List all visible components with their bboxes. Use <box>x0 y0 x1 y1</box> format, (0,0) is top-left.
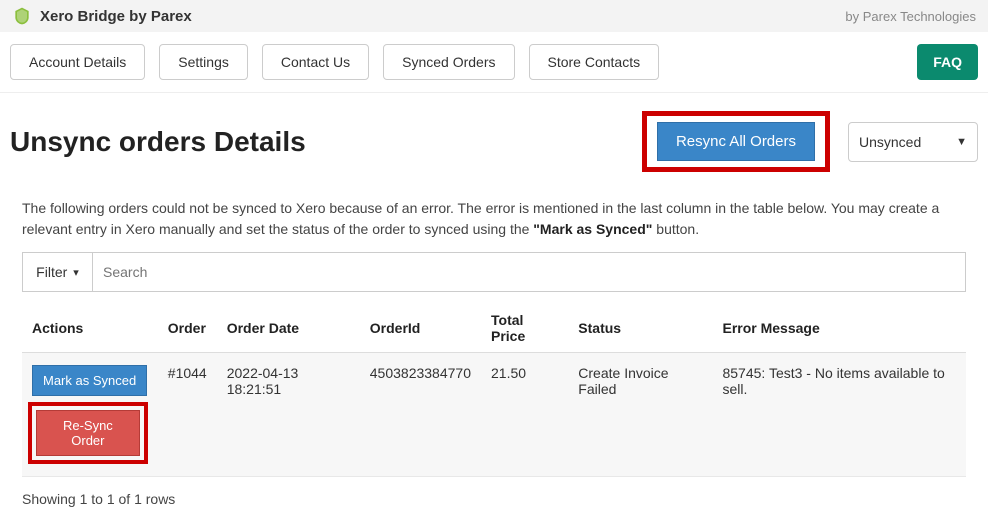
caret-down-icon: ▾ <box>73 266 79 279</box>
nav-synced-orders[interactable]: Synced Orders <box>383 44 514 80</box>
filter-button[interactable]: Filter ▾ <box>23 253 93 291</box>
orders-table: Actions Order Order Date OrderId Total P… <box>22 302 966 477</box>
col-status: Status <box>568 302 712 353</box>
mark-synced-button[interactable]: Mark as Synced <box>32 365 147 396</box>
nav-account-details[interactable]: Account Details <box>10 44 145 80</box>
filter-label: Filter <box>36 264 67 280</box>
chevron-down-icon: ▼ <box>956 136 967 148</box>
vendor-label: by Parex Technologies <box>845 9 976 24</box>
sync-filter-value: Unsynced <box>859 134 921 150</box>
cell-error-message: 85745: Test3 - No items available to sel… <box>712 353 966 477</box>
col-order-date: Order Date <box>217 302 360 353</box>
cell-total-price: 21.50 <box>481 353 568 477</box>
pager-info: Showing 1 to 1 of 1 rows <box>22 491 966 507</box>
nav-store-contacts[interactable]: Store Contacts <box>529 44 660 80</box>
page-title: Unsync orders Details <box>10 126 306 158</box>
col-error-message: Error Message <box>712 302 966 353</box>
app-header: Xero Bridge by Parex by Parex Technologi… <box>0 0 988 32</box>
resync-all-highlight: Resync All Orders <box>642 111 830 172</box>
nav-settings[interactable]: Settings <box>159 44 248 80</box>
cell-actions: Mark as Synced Re-Sync Order <box>22 353 158 477</box>
brand: Xero Bridge by Parex <box>12 6 192 26</box>
col-order-id: OrderId <box>360 302 481 353</box>
col-total-price: Total Price <box>481 302 568 353</box>
nav-contact-us[interactable]: Contact Us <box>262 44 369 80</box>
cell-status: Create Invoice Failed <box>568 353 712 477</box>
resync-highlight: Re-Sync Order <box>28 402 148 464</box>
instruction-text: The following orders could not be synced… <box>22 198 966 240</box>
cell-order-id: 4503823384770 <box>360 353 481 477</box>
resync-all-button[interactable]: Resync All Orders <box>657 122 815 161</box>
faq-button[interactable]: FAQ <box>917 44 978 80</box>
nav-bar: Account Details Settings Contact Us Sync… <box>0 32 988 93</box>
app-title: Xero Bridge by Parex <box>40 8 192 25</box>
col-actions: Actions <box>22 302 158 353</box>
cell-order-date: 2022-04-13 18:21:51 <box>217 353 360 477</box>
content-panel: The following orders could not be synced… <box>0 198 988 531</box>
resync-order-button[interactable]: Re-Sync Order <box>36 410 140 456</box>
search-input[interactable] <box>93 253 965 291</box>
sync-filter-select[interactable]: Unsynced ▼ <box>848 122 978 162</box>
parex-logo-icon <box>12 6 32 26</box>
table-toolbar: Filter ▾ <box>22 252 966 292</box>
table-row: Mark as Synced Re-Sync Order #1044 2022-… <box>22 353 966 477</box>
col-order: Order <box>158 302 217 353</box>
cell-order: #1044 <box>158 353 217 477</box>
page-head: Unsync orders Details Resync All Orders … <box>0 93 988 184</box>
